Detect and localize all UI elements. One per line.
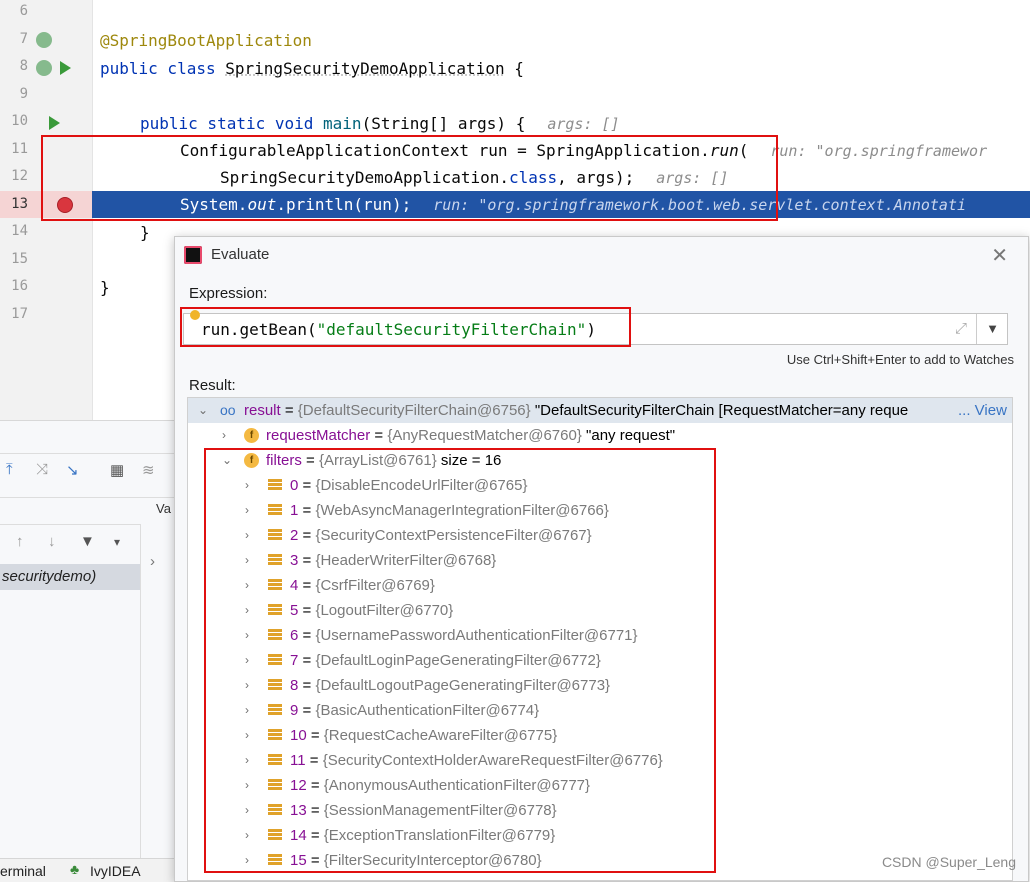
result-label: Result: xyxy=(189,377,236,394)
keyword: public static void xyxy=(140,114,324,133)
line-number: 8 xyxy=(19,58,28,74)
run-icon[interactable] xyxy=(60,61,71,75)
table-icon[interactable]: ▦ xyxy=(110,461,124,479)
tab-terminal[interactable]: erminal xyxy=(0,863,46,879)
line-number: 14 xyxy=(11,223,28,239)
code-token: { xyxy=(504,59,524,78)
view-link[interactable]: ... View xyxy=(958,398,1007,423)
line-number: 10 xyxy=(11,113,28,129)
down-arrow-icon[interactable]: ↓ xyxy=(48,533,56,550)
expand-icon[interactable]: ⤢ xyxy=(955,320,967,337)
line-number: 15 xyxy=(11,250,28,267)
expand-chevron-icon[interactable]: › xyxy=(150,553,155,570)
expression-label: Expression: xyxy=(189,285,268,302)
result-row[interactable]: ⌄ oo result = {DefaultSecurityFilterChai… xyxy=(188,398,1012,423)
keyword: public class xyxy=(100,59,226,78)
watch-glasses-icon: oo xyxy=(220,402,236,418)
up-arrow-icon[interactable]: ↑ xyxy=(16,533,24,550)
frame-row[interactable]: securitydemo) xyxy=(0,564,140,590)
evaluate-dialog: Evaluate ✕ Expression: run.getBean("defa… xyxy=(174,236,1029,882)
tab-ivyidea[interactable]: IvyIDEA xyxy=(90,863,141,879)
spring-bean-icon[interactable] xyxy=(36,60,52,76)
watermark: CSDN @Super_Leng xyxy=(881,854,1016,870)
field-icon: f xyxy=(244,428,259,443)
request-matcher-row[interactable]: › f requestMatcher = {AnyRequestMatcher@… xyxy=(188,423,1012,448)
intellij-logo-icon xyxy=(184,246,202,264)
variable-value: "DefaultSecurityFilterChain [RequestMatc… xyxy=(534,402,909,419)
dialog-title: Evaluate xyxy=(211,246,270,263)
run-to-cursor-icon[interactable]: ↘ xyxy=(66,461,79,479)
highlight-box-expression xyxy=(180,307,631,347)
trace-icon[interactable]: ≋ xyxy=(142,461,155,479)
annotation: @SpringBootApplication xyxy=(100,31,312,50)
step-out-icon[interactable]: ⤒ xyxy=(6,461,13,478)
line-number: 6 xyxy=(19,3,28,19)
line-number: 11 xyxy=(11,140,28,157)
variable-name: result xyxy=(244,402,281,419)
spring-bean-icon[interactable] xyxy=(36,32,52,48)
variable-value: "any request" xyxy=(586,427,676,444)
filter-icon[interactable]: ▼ xyxy=(80,533,95,550)
history-dropdown-icon[interactable]: ▼ xyxy=(986,321,999,336)
variable-name: requestMatcher xyxy=(266,427,371,444)
chevron-right-icon[interactable]: › xyxy=(222,423,226,448)
inline-hint: run: "org.springframewor xyxy=(770,142,988,160)
line-number: 16 xyxy=(11,278,28,294)
line-number: 7 xyxy=(19,30,28,47)
variables-column-label: Va xyxy=(156,501,171,516)
highlight-box-code xyxy=(41,135,778,221)
line-number: 17 xyxy=(11,305,28,322)
watches-hint: Use Ctrl+Shift+Enter to add to Watches xyxy=(786,352,1014,367)
variable-type: {AnyRequestMatcher@6760} xyxy=(387,427,582,444)
debug-tool-window: ⤒ ⤨ ↘ ▦ ≋ Va ↑ ↓ ▼ ▾ › securitydemo) erm… xyxy=(0,420,175,882)
chevron-down-icon[interactable]: ⌄ xyxy=(198,398,208,423)
ivyidea-icon: ♣ xyxy=(70,861,80,877)
chevron-down-icon[interactable]: ▾ xyxy=(114,535,120,549)
drop-frame-icon[interactable]: ⤨ xyxy=(36,461,48,478)
code-token: (String[] args) { xyxy=(361,114,526,133)
frame-label: securitydemo) xyxy=(2,568,97,585)
inline-hint: args: [] xyxy=(547,115,620,133)
line-number: 9 xyxy=(19,85,28,102)
variable-type: {DefaultSecurityFilterChain@6756} xyxy=(297,402,531,419)
run-icon[interactable] xyxy=(49,116,60,130)
class-name: SpringSecurityDemoApplication xyxy=(225,59,505,78)
line-number: 13 xyxy=(11,195,28,212)
close-icon[interactable]: ✕ xyxy=(991,243,1008,268)
code-token: } xyxy=(100,278,110,297)
line-number: 12 xyxy=(11,168,28,184)
method-name: main xyxy=(323,114,362,133)
code-token: } xyxy=(140,223,150,242)
highlight-box-filters xyxy=(204,448,716,873)
